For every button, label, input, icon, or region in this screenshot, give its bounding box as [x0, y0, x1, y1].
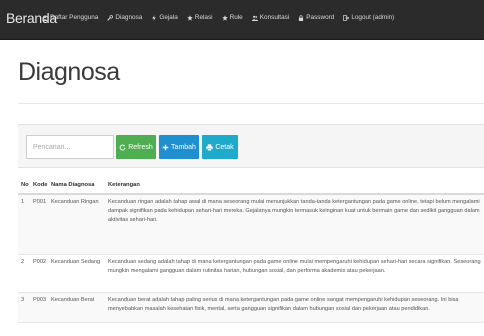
plus-icon	[162, 144, 169, 150]
nav-item-rule[interactable]: Rule	[221, 14, 243, 21]
logout-icon	[343, 14, 350, 21]
nav-item-password[interactable]: Password	[298, 14, 334, 21]
users-icon	[251, 15, 258, 21]
table-row[interactable]: 2 P002 Kecanduan Sedang Kecanduan sedang…	[18, 254, 484, 293]
nav-item-label: Diagnosa	[115, 14, 143, 21]
column-header-no[interactable]: No	[18, 177, 30, 195]
bolt-icon	[151, 14, 157, 21]
cell-no: 3	[18, 292, 30, 323]
cell-kode: P002	[30, 254, 48, 293]
nav-item-konsultasi[interactable]: Konsultasi	[251, 14, 290, 21]
cell-kode: P003	[30, 292, 48, 323]
refresh-label: Refresh	[128, 143, 153, 151]
nav-item-label: Rule	[229, 14, 243, 21]
table-row[interactable]: 3 P003 Kecanduan Berat Kecanduan berat a…	[18, 292, 484, 323]
cell-no: 1	[18, 194, 30, 255]
top-navbar: Beranda Daftar Pengguna Diagnosa Gejala …	[0, 0, 484, 40]
cell-no: 2	[18, 254, 30, 293]
lock-icon	[298, 14, 304, 21]
diagnosa-table: No Kode Nama Diagnosa Keterangan 1 P001 …	[18, 177, 484, 323]
star-icon	[187, 14, 193, 21]
print-icon	[206, 143, 213, 151]
toolbar: Refresh Tambah Cetak	[18, 124, 484, 168]
cell-nama: Kecanduan Sedang	[48, 254, 105, 293]
cell-keterangan: Kecanduan ringan adalah tahap awal di ma…	[105, 194, 484, 255]
cetak-label: Cetak	[215, 143, 234, 151]
nav-item-label: Daftar Pengguna	[50, 14, 99, 21]
title-divider	[18, 103, 484, 104]
nav-item-label: Gejala	[159, 14, 178, 21]
nav-item-logout[interactable]: Logout (admin)	[343, 14, 394, 21]
cell-keterangan: Kecanduan sedang adalah tahap di mana ke…	[105, 254, 484, 293]
nav-item-diagnosa[interactable]: Diagnosa	[107, 14, 142, 21]
nav-item-label: Relasi	[194, 14, 213, 21]
star-icon	[221, 14, 228, 21]
cell-nama: Kecanduan Berat	[48, 292, 105, 323]
refresh-button[interactable]: Refresh	[116, 135, 156, 159]
nav-menu: Daftar Pengguna Diagnosa Gejala Relasi R…	[42, 14, 403, 21]
nav-item-gejala[interactable]: Gejala	[151, 14, 178, 21]
tambah-label: Tambah	[171, 143, 196, 151]
column-header-nama[interactable]: Nama Diagnosa	[48, 177, 105, 195]
nav-item-daftar-pengguna[interactable]: Daftar Pengguna	[42, 14, 98, 21]
nav-item-label: Password	[306, 14, 335, 21]
nav-item-relasi[interactable]: Relasi	[187, 14, 213, 21]
refresh-icon	[119, 144, 126, 150]
nav-item-label: Logout (admin)	[351, 14, 395, 21]
table-header-row: No Kode Nama Diagnosa Keterangan	[18, 177, 484, 195]
user-icon	[42, 14, 48, 21]
column-header-keterangan[interactable]: Keterangan	[105, 177, 484, 195]
column-header-kode[interactable]: Kode	[30, 177, 48, 195]
page-title: Diagnosa	[18, 58, 120, 86]
search-input[interactable]	[26, 135, 114, 159]
nav-item-label: Konsultasi	[259, 14, 290, 21]
cell-nama: Kecanduan Ringan	[48, 194, 105, 255]
cetak-button[interactable]: Cetak	[202, 135, 238, 159]
cell-keterangan: Kecanduan berat adalah tahap paling seri…	[105, 292, 484, 323]
wrench-icon	[107, 14, 114, 21]
table-row[interactable]: 1 P001 Kecanduan Ringan Kecanduan ringan…	[18, 194, 484, 255]
tambah-button[interactable]: Tambah	[159, 135, 199, 159]
cell-kode: P001	[30, 194, 48, 255]
